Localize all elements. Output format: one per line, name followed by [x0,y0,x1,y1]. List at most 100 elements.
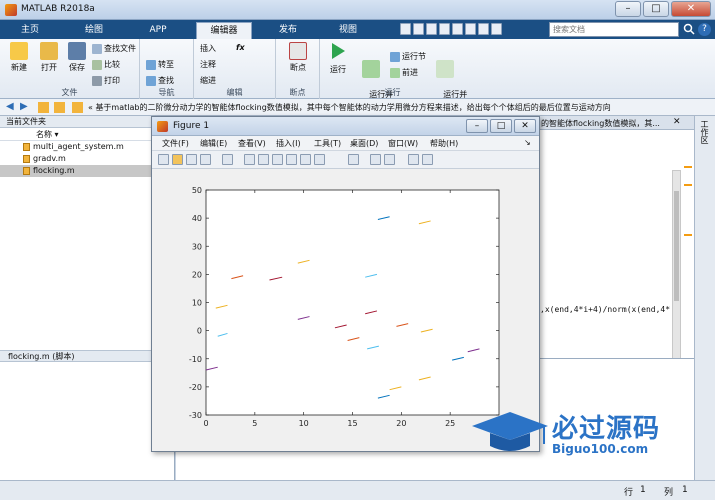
file-name: multi_agent_system.m [33,142,124,151]
figure-minimize-button[interactable]: – [466,119,488,133]
menu-insert[interactable]: 插入(I) [276,138,301,149]
cut-quick-icon[interactable] [413,23,424,35]
hide-plot-tools-icon[interactable] [408,154,419,165]
print-label: 打印 [104,76,120,85]
menu-edit[interactable]: 编辑(E) [200,138,227,149]
tab-editor[interactable]: 编辑器 [196,22,252,39]
new-button[interactable]: 新建 [6,42,32,73]
file-item[interactable]: gradv.m [0,153,174,165]
new-icon [10,42,28,60]
tab-publish[interactable]: 发布 [264,22,312,39]
warning-marker[interactable] [684,234,692,236]
figure-menubar: 文件(F) 编辑(E) 查看(V) 插入(I) 工具(T) 桌面(D) 窗口(W… [152,136,539,151]
group-breakpoints-label: 断点 [289,88,306,97]
editor-tab-text[interactable]: 的智能体flocking数值模拟，其... [541,118,660,129]
search-documentation-input[interactable]: 搜索文档 [549,22,679,37]
close-button[interactable]: ✕ [671,1,711,17]
minimize-button[interactable]: – [615,1,641,17]
scrollbar-thumb[interactable] [674,191,679,301]
name-column-header[interactable]: 名称 ▾ [0,128,174,141]
pointer-icon[interactable] [222,154,233,165]
fx-button[interactable]: fx [236,43,245,52]
goto-button[interactable]: 转至 [146,59,174,70]
legend-icon[interactable] [384,154,395,165]
current-folder-path[interactable]: « 基于matlab的二阶微分动力学的智能体flocking数值模拟，其中每个智… [88,102,688,113]
warning-marker[interactable] [684,166,692,168]
menu-desktop[interactable]: 桌面(D) [350,138,378,149]
window-title: MATLAB R2018a [21,4,95,14]
print-button[interactable]: 打印 [92,75,120,86]
forward-arrow-icon[interactable]: ▶ [20,102,31,113]
save-button[interactable]: 保存 [64,42,90,73]
pan-hand-icon[interactable] [272,154,283,165]
menu-view[interactable]: 查看(V) [238,138,266,149]
menu-window[interactable]: 窗口(W) [388,138,418,149]
run-button[interactable]: 运行 [324,42,352,75]
x-tick-label: 25 [445,419,455,428]
menu-collapse-icon[interactable]: ↘ [524,138,531,147]
tab-apps[interactable]: APP [134,22,182,39]
editor-tab-close-icon[interactable]: ✕ [673,117,681,127]
maximize-button[interactable]: □ [643,1,669,17]
search-icon[interactable] [683,23,696,36]
rotate-3d-icon[interactable] [286,154,297,165]
save-quick-icon[interactable] [400,23,411,35]
figure-maximize-button[interactable]: □ [490,119,512,133]
undo-quick-icon[interactable] [452,23,463,35]
open-button[interactable]: 打开 [36,42,62,73]
tab-plots[interactable]: 绘图 [70,22,118,39]
figure-icon [157,121,168,132]
browse-folder-icon[interactable] [54,102,65,113]
group-run-label: 运行 [384,88,401,97]
y-tick-label: 50 [192,186,202,195]
copy-quick-icon[interactable] [426,23,437,35]
indent-label: 缩进 [200,76,216,85]
compare-button[interactable]: 比较 [92,59,120,70]
find-files-button[interactable]: 查找文件 [92,43,136,54]
menu-help[interactable]: 帮助(H) [430,138,458,149]
help-quick-icon[interactable] [491,23,502,35]
colorbar-icon[interactable] [370,154,381,165]
save-label: 保存 [69,63,85,72]
find-button[interactable]: 查找 [146,75,174,86]
figure-window[interactable]: Figure 1 – □ ✕ 文件(F) 编辑(E) 查看(V) 插入(I) 工… [151,116,540,452]
show-plot-tools-icon[interactable] [422,154,433,165]
indent-button[interactable]: 缩进 [200,75,216,86]
switch-windows-icon[interactable] [478,23,489,35]
open-file-icon[interactable] [172,154,183,165]
redo-quick-icon[interactable] [465,23,476,35]
tab-view[interactable]: 视图 [324,22,372,39]
insert-button[interactable]: 插入 [200,43,216,54]
print-figure-icon[interactable] [200,154,211,165]
data-cursor-icon[interactable] [300,154,311,165]
new-figure-icon[interactable] [158,154,169,165]
link-plot-icon[interactable] [348,154,359,165]
save-figure-icon[interactable] [186,154,197,165]
advance-button[interactable]: 前进 [390,67,418,78]
file-item-selected[interactable]: flocking.m [0,165,174,177]
goto-label: 转至 [158,60,174,69]
up-folder-icon[interactable] [38,102,49,113]
name-column-label: 名称 [36,130,52,139]
menu-file[interactable]: 文件(F) [162,138,189,149]
paste-quick-icon[interactable] [439,23,450,35]
zoom-out-icon[interactable] [258,154,269,165]
back-arrow-icon[interactable]: ◀ [6,102,17,113]
warning-marker[interactable] [684,184,692,186]
help-icon[interactable]: ? [698,23,711,36]
editor-scrollbar[interactable] [672,170,681,360]
plot-axes-box [205,189,500,416]
run-section-button[interactable]: 运行节 [390,51,426,62]
figure-titlebar[interactable]: Figure 1 – □ ✕ [152,117,539,136]
run-advance-icon [362,60,380,78]
y-tick-label: -10 [189,355,202,364]
menu-tools[interactable]: 工具(T) [314,138,341,149]
figure-close-button[interactable]: ✕ [514,119,536,133]
file-item[interactable]: multi_agent_system.m [0,141,174,153]
brush-icon[interactable] [314,154,325,165]
breakpoints-button[interactable]: 断点 [284,42,312,73]
watermark: 必过源码 Biguo100.com [470,406,710,460]
comment-button[interactable]: 注释 [200,59,216,70]
zoom-in-icon[interactable] [244,154,255,165]
tab-home[interactable]: 主页 [6,22,54,39]
